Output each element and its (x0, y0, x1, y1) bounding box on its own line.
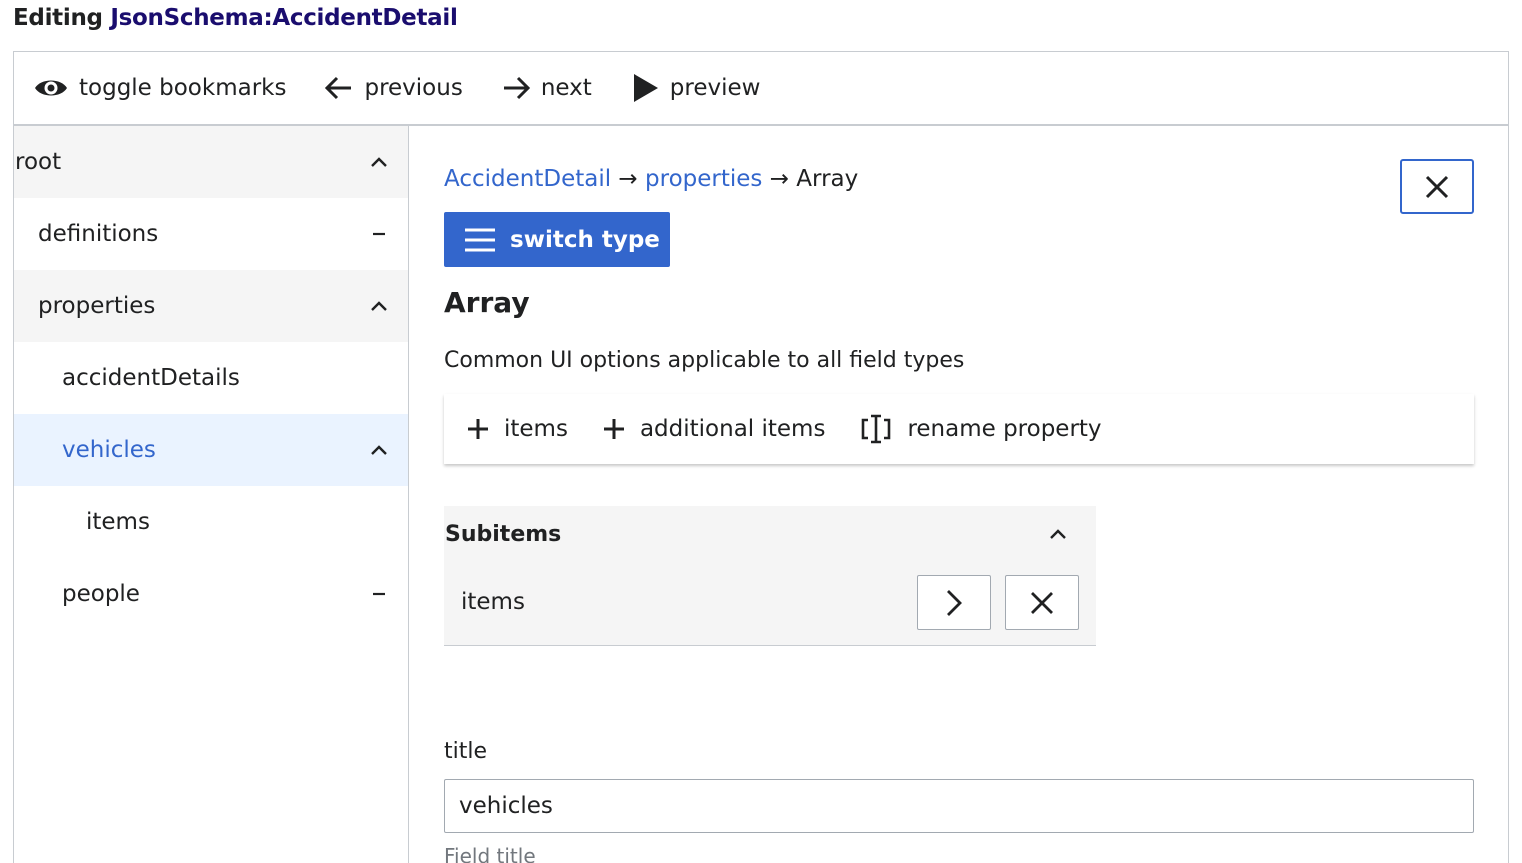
previous-label: previous (364, 75, 463, 101)
title-field-help: Field title (444, 844, 536, 863)
minus-icon[interactable] (370, 588, 388, 600)
subitems-title: Subitems (445, 521, 562, 547)
breadcrumb-link-root[interactable]: AccidentDetail (444, 166, 611, 192)
add-additional-items-label: additional items (639, 416, 826, 442)
plus-icon (468, 419, 488, 439)
chevron-up-icon[interactable] (370, 156, 388, 168)
breadcrumb: AccidentDetail → properties → Array (444, 166, 858, 192)
preview-label: preview (669, 75, 761, 101)
toolbar: toggle bookmarks previous next preview (14, 52, 1508, 126)
tree-item-accidentdetails[interactable]: accidentDetails (14, 342, 408, 414)
arrow-left-icon (325, 76, 352, 100)
tree-item-label: vehicles (62, 437, 156, 463)
schema-tree: root definitions properties accidentDeta… (14, 126, 409, 863)
breadcrumb-separator: → (769, 166, 789, 192)
toggle-bookmarks-label: toggle bookmarks (79, 75, 287, 101)
breadcrumb-link-properties[interactable]: properties (645, 166, 762, 192)
subitems-panel: Subitems items (444, 506, 1096, 646)
add-additional-items-button[interactable]: additional items (602, 416, 825, 442)
type-description: Common UI options applicable to all fiel… (444, 348, 965, 373)
breadcrumb-current: Array (796, 166, 859, 192)
menu-icon (465, 228, 495, 251)
title-input[interactable] (444, 779, 1474, 833)
subitem-label: items (461, 589, 525, 615)
close-icon (1031, 591, 1053, 614)
tree-item-label: items (86, 509, 150, 535)
close-button[interactable] (1400, 159, 1474, 214)
switch-type-button[interactable]: switch type (444, 212, 670, 267)
minus-icon[interactable] (370, 228, 388, 240)
actions-toolbar: items additional items rename property (444, 394, 1474, 464)
close-icon (1425, 175, 1449, 198)
preview-button[interactable]: preview (630, 72, 761, 104)
rename-property-label: rename property (907, 416, 1102, 442)
tree-item-people[interactable]: people (14, 558, 408, 630)
open-subitem-button[interactable] (917, 575, 991, 630)
editor-frame: toggle bookmarks previous next preview r… (13, 51, 1509, 863)
tree-item-label: definitions (38, 221, 159, 247)
title-field-label: title (444, 739, 488, 764)
chevron-up-icon (1050, 529, 1066, 539)
previous-button[interactable]: previous (324, 75, 463, 101)
chevron-right-icon (947, 589, 962, 616)
page-heading: Editing JsonSchema:AccidentDetail (13, 5, 458, 31)
breadcrumb-separator: → (618, 166, 638, 192)
add-items-label: items (504, 416, 568, 442)
tree-item-items[interactable]: items (14, 486, 408, 558)
editor-panel: AccidentDetail → properties → Array swit… (410, 126, 1508, 863)
arrow-right-icon (503, 76, 530, 100)
page-heading-link[interactable]: JsonSchema:AccidentDetail (110, 5, 457, 31)
tree-item-label: accidentDetails (62, 365, 240, 391)
type-heading: Array (444, 286, 530, 319)
page-heading-prefix: Editing (13, 5, 103, 31)
tree-item-label: properties (38, 293, 156, 319)
text-cursor-icon (862, 414, 891, 444)
chevron-up-icon[interactable] (370, 300, 388, 312)
tree-item-definitions[interactable]: definitions (14, 198, 408, 270)
switch-type-label: switch type (510, 226, 660, 253)
chevron-up-icon[interactable] (370, 444, 388, 456)
subitems-header[interactable]: Subitems (445, 518, 1085, 550)
tree-item-root[interactable]: root (14, 126, 408, 198)
toggle-bookmarks-button[interactable]: toggle bookmarks (33, 75, 286, 101)
tree-item-label: people (62, 581, 140, 607)
next-button[interactable]: next (501, 75, 592, 101)
eye-icon (35, 80, 67, 96)
add-items-button[interactable]: items (466, 416, 568, 442)
tree-item-vehicles[interactable]: vehicles (14, 414, 408, 486)
tree-item-properties[interactable]: properties (14, 270, 408, 342)
rename-property-button[interactable]: rename property (859, 414, 1102, 444)
tree-item-label: root (15, 149, 62, 175)
plus-icon (603, 419, 624, 439)
next-label: next (540, 75, 592, 101)
remove-subitem-button[interactable] (1005, 575, 1079, 630)
play-icon (633, 74, 658, 102)
